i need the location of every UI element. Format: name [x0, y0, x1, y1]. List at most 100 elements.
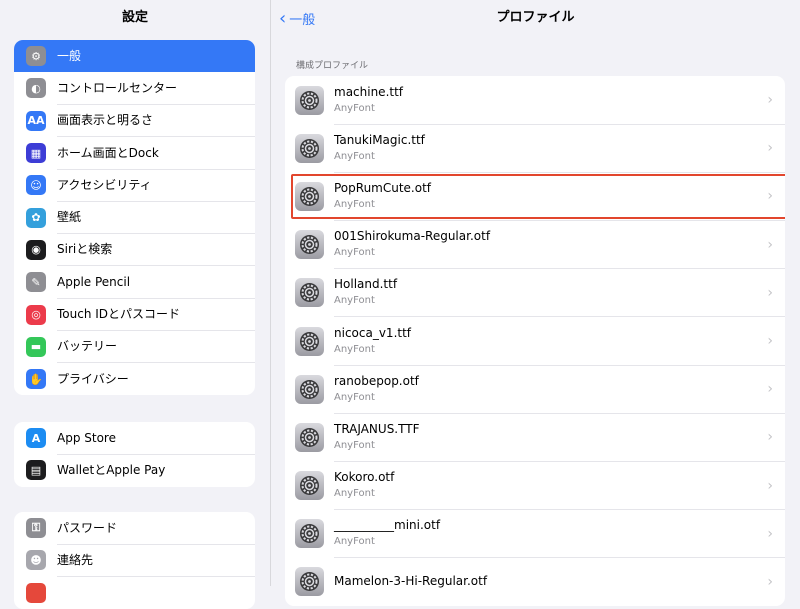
profile-list: machine.ttf AnyFont › TanukiMagic.ttf AnyFon… — [285, 76, 785, 607]
contacts-icon: ☻ — [26, 550, 46, 571]
sidebar-item[interactable]: ✿ 壁紙 — [14, 201, 255, 235]
key-icon: ⚿ — [26, 518, 46, 539]
profile-row[interactable]: ranobepop.otf AnyFont › — [285, 365, 785, 414]
profile-row[interactable]: Holland.ttf AnyFont › — [285, 268, 785, 318]
sidebar-item-label: アクセシビリティ — [57, 169, 255, 202]
sidebar-item-label: Touch IDとパスコード — [57, 298, 255, 332]
profile-text: Holland.ttf AnyFont — [334, 268, 785, 318]
section-header: 構成プロファイル — [296, 61, 369, 71]
pencil-icon: ✎ — [26, 272, 46, 293]
settings-gear-icon — [295, 471, 324, 501]
battery-icon: ▬ — [26, 336, 46, 357]
chevron-right-icon: › — [767, 525, 773, 542]
profile-name: 001Shirokuma-Regular.otf — [334, 229, 491, 244]
sidebar-item[interactable]: ⚿ パスワード — [14, 512, 255, 545]
sidebar-item-label: Apple Pencil — [57, 266, 255, 299]
text-size-icon: AA — [26, 110, 46, 131]
sidebar-title: 設定 — [121, 10, 148, 25]
profile-name: TanukiMagic.ttf — [334, 132, 425, 147]
profile-text: __________mini.otf AnyFont — [334, 509, 785, 559]
sidebar-item[interactable]: ◎ Touch IDとパスコード — [14, 298, 255, 332]
profile-name: machine.ttf — [334, 84, 404, 99]
sidebar-item-label: コントロールセンター — [57, 72, 255, 105]
sidebar-item-label: 一般 — [57, 49, 82, 64]
chevron-right-icon: › — [767, 477, 773, 494]
profile-row[interactable]: nicoca_v1.ttf AnyFont › — [285, 317, 785, 366]
accessibility-icon: ☺ — [26, 175, 46, 196]
chevron-right-icon: › — [767, 188, 773, 205]
profile-name: nicoca_v1.ttf — [334, 325, 412, 340]
profile-text: Kokoro.otf AnyFont — [334, 461, 785, 511]
chevron-right-icon: › — [767, 333, 773, 350]
profiles-pane: ‹ 一般 プロファイル 構成プロファイル machine.ttf AnyFont ›… — [271, 0, 800, 607]
wallet-icon: ▤ — [26, 460, 46, 481]
profile-name: Mamelon-3-Hi-Regular.otf — [334, 573, 488, 588]
sidebar-group-general: ⚙ 一般 ◐ コントロールセンター AA 画面表示と明るさ ▦ ホーム画面とDock ☺ アクセシ… — [14, 40, 255, 396]
profile-name: Holland.ttf — [334, 277, 398, 292]
sidebar-item-label: 連絡先 — [57, 544, 255, 577]
sidebar-item[interactable]: ▬ バッテリー — [14, 330, 255, 364]
profile-row[interactable]: TRAJANUS.TTF AnyFont › — [285, 413, 785, 462]
hand-icon: ✋ — [26, 369, 46, 390]
profile-source: AnyFont — [334, 536, 375, 548]
sidebar-item[interactable]: ☺ アクセシビリティ — [14, 169, 255, 202]
profile-name: TRAJANUS.TTF — [334, 421, 420, 436]
profile-row[interactable]: Kokoro.otf AnyFont › — [285, 461, 785, 511]
sidebar-item[interactable]: ▦ ホーム画面とDock — [14, 137, 255, 170]
siri-icon: ◉ — [26, 239, 46, 260]
settings-sidebar: 設定 ⚙ 一般 ◐ コントロールセンター AA 画面表示と明るさ ▦ ホーム画面とDock ☺ ア… — [0, 0, 271, 609]
sidebar-item[interactable]: ☻ 連絡先 — [14, 544, 255, 577]
sidebar-item[interactable]: ✋ プライバシー — [14, 363, 255, 395]
profile-row[interactable]: __________mini.otf AnyFont › — [285, 509, 785, 559]
profile-text: TanukiMagic.ttf AnyFont — [334, 124, 785, 173]
fingerprint-icon: ◎ — [26, 304, 46, 325]
settings-gear-icon — [295, 374, 324, 404]
profile-source: AnyFont — [334, 391, 375, 403]
sidebar-item[interactable]: ✎ Apple Pencil — [14, 266, 255, 299]
chevron-right-icon: › — [767, 381, 773, 398]
sidebar-item-label: パスワード — [57, 512, 255, 545]
sidebar-item[interactable]: ◉ Siriと検索 — [14, 233, 255, 267]
sidebar-item-label: WalletとApple Pay — [57, 463, 166, 478]
profile-text: PopRumCute.otf AnyFont — [334, 172, 785, 221]
wallpaper-icon: ✿ — [26, 207, 46, 228]
home-grid-icon: ▦ — [26, 143, 46, 164]
chevron-right-icon: › — [767, 284, 773, 301]
profile-source: AnyFont — [334, 295, 375, 307]
profile-row[interactable]: 001Shirokuma-Regular.otf AnyFont › — [285, 220, 785, 270]
settings-gear-icon — [295, 181, 324, 211]
profile-source: AnyFont — [334, 247, 375, 259]
profile-row[interactable]: TanukiMagic.ttf AnyFont › — [285, 124, 785, 173]
settings-gear-icon — [295, 326, 324, 356]
profile-text: machine.ttf AnyFont — [334, 76, 785, 125]
profile-source: AnyFont — [334, 102, 375, 114]
sidebar-item[interactable]: ⚙ 一般 — [14, 40, 255, 73]
sidebar-item[interactable] — [14, 577, 255, 609]
settings-gear-icon — [295, 133, 324, 163]
profile-text: 001Shirokuma-Regular.otf AnyFont — [334, 220, 785, 270]
sidebar-item-label: バッテリー — [57, 330, 255, 364]
sidebar-item[interactable]: A App Store — [14, 422, 255, 455]
profile-row[interactable]: Mamelon-3-Hi-Regular.otf › — [285, 558, 785, 606]
sidebar-group-accounts: ⚿ パスワード ☻ 連絡先 — [14, 512, 255, 609]
settings-gear-icon — [295, 278, 324, 308]
profile-text: nicoca_v1.ttf AnyFont — [334, 317, 785, 366]
sidebar-item-label: Siriと検索 — [57, 233, 255, 267]
sidebar-item-label: 壁紙 — [57, 201, 255, 235]
sidebar-item[interactable]: AA 画面表示と明るさ — [14, 105, 255, 138]
settings-gear-icon — [295, 85, 324, 115]
chevron-right-icon: › — [767, 92, 773, 109]
profile-name: PopRumCute.otf — [334, 180, 432, 195]
sidebar-item[interactable]: ◐ コントロールセンター — [14, 72, 255, 105]
settings-gear-icon — [295, 230, 324, 260]
profile-text: TRAJANUS.TTF AnyFont — [334, 413, 785, 462]
profile-row[interactable]: machine.ttf AnyFont › — [285, 76, 785, 125]
chevron-right-icon: › — [767, 573, 773, 590]
profile-text: ranobepop.otf AnyFont — [334, 365, 785, 414]
profile-text: Mamelon-3-Hi-Regular.otf — [334, 558, 785, 606]
sidebar-group-store: A App Store ▤ WalletとApple Pay — [14, 422, 255, 487]
profile-name: ranobepop.otf — [334, 373, 419, 388]
sidebar-item[interactable]: ▤ WalletとApple Pay — [14, 454, 255, 486]
chevron-right-icon: › — [767, 140, 773, 157]
profile-row[interactable]: PopRumCute.otf AnyFont › — [285, 172, 785, 221]
